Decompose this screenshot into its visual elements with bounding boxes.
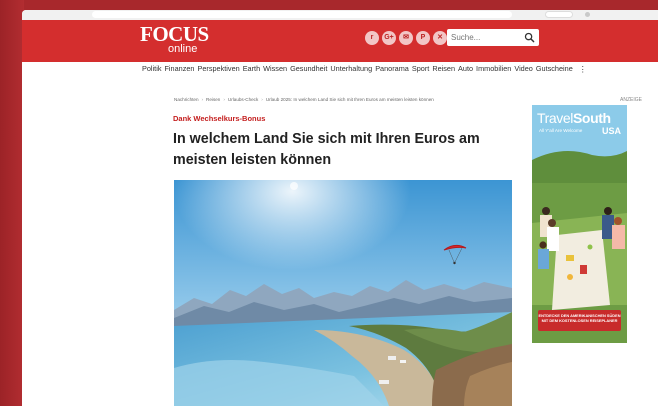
nav-item-earth[interactable]: Earth [243,62,260,76]
article-headline: In welchem Land Sie sich mit Ihren Euros… [173,131,480,168]
search-icon[interactable] [524,32,535,43]
breadcrumb-current: Urlaub 2025: In welchem Land Sie sich mi… [265,97,434,102]
address-bar[interactable] [92,11,512,18]
main-navigation: Politik Finanzen Perspektiven Earth Wiss… [142,62,587,76]
breadcrumb-item[interactable]: Nachrichten [174,97,199,102]
breadcrumb-separator: › [261,97,263,102]
search-input[interactable] [451,31,517,44]
reddit-icon[interactable]: r [365,31,379,45]
x-icon[interactable]: ✕ [433,31,447,45]
breadcrumb-item[interactable]: Reisen [206,97,220,102]
ad-cta-button[interactable]: ENTDECKE DEN AMERIKANISCHEN SÜDEN MIT DE… [538,310,621,331]
coastline-photo [174,180,512,406]
search-box [447,29,539,46]
ad-subtitle: All Y'all Are Welcome [539,128,583,133]
outer-frame-left [0,0,24,406]
nav-item-unterhaltung[interactable]: Unterhaltung [330,62,372,76]
ad-country: USA [602,126,622,136]
focus-logo[interactable]: FOCUS online [140,24,210,56]
site-header: FOCUS online r G+ ✉ P ✕ [22,20,658,62]
ad-picnic-photo [532,105,627,343]
nav-item-reisen[interactable]: Reisen [432,62,455,76]
browser-toolbar [22,10,658,20]
breadcrumb-separator: › [201,97,204,102]
ad-title: TravelSouth [537,110,611,126]
breadcrumb: Nachrichten › Reisen › Urlaubs-Check › Urlaub … [174,95,494,105]
browser-viewport: FOCUS online r G+ ✉ P ✕ Politik Finanzen… [22,10,658,406]
google-icon[interactable]: G+ [382,31,396,45]
nav-item-sport[interactable]: Sport [412,62,429,76]
nav-item-gutscheine[interactable]: Gutscheine [536,62,573,76]
nav-item-finanzen[interactable]: Finanzen [164,62,194,76]
advertisement-travel-south[interactable]: TravelSouth All Y'all Are Welcome USA EN… [532,105,627,343]
ad-title-light: Travel [537,110,573,126]
logo-wordmark: FOCUS [140,22,209,46]
ad-title-bold: South [572,110,611,126]
nav-item-panorama[interactable]: Panorama [375,62,409,76]
pinterest-icon[interactable]: P [416,31,430,45]
breadcrumb-item[interactable]: Urlaubs-Check [228,97,258,102]
nav-item-video[interactable]: Video [514,62,533,76]
ad-label: ANZEIGE [620,97,642,103]
nav-item-immobilien[interactable]: Immobilien [476,62,511,76]
nav-item-perspektiven[interactable]: Perspektiven [198,62,240,76]
profile-icon[interactable] [585,12,590,17]
nav-item-auto[interactable]: Auto [458,62,473,76]
browser-button[interactable] [545,11,573,18]
more-menu-icon[interactable]: ⋮ [579,65,587,74]
nav-item-wissen[interactable]: Wissen [263,62,287,76]
breadcrumb-separator: › [223,97,225,102]
article-kicker: Dank Wechselkurs-Bonus [173,114,266,123]
social-links: r G+ ✉ P ✕ [365,31,447,45]
article-hero-image[interactable] [174,180,512,406]
logo-subtitle: online [168,43,198,55]
nav-item-politik[interactable]: Politik [142,62,161,76]
nav-item-gesundheit[interactable]: Gesundheit [290,62,327,76]
mail-icon[interactable]: ✉ [399,31,413,45]
